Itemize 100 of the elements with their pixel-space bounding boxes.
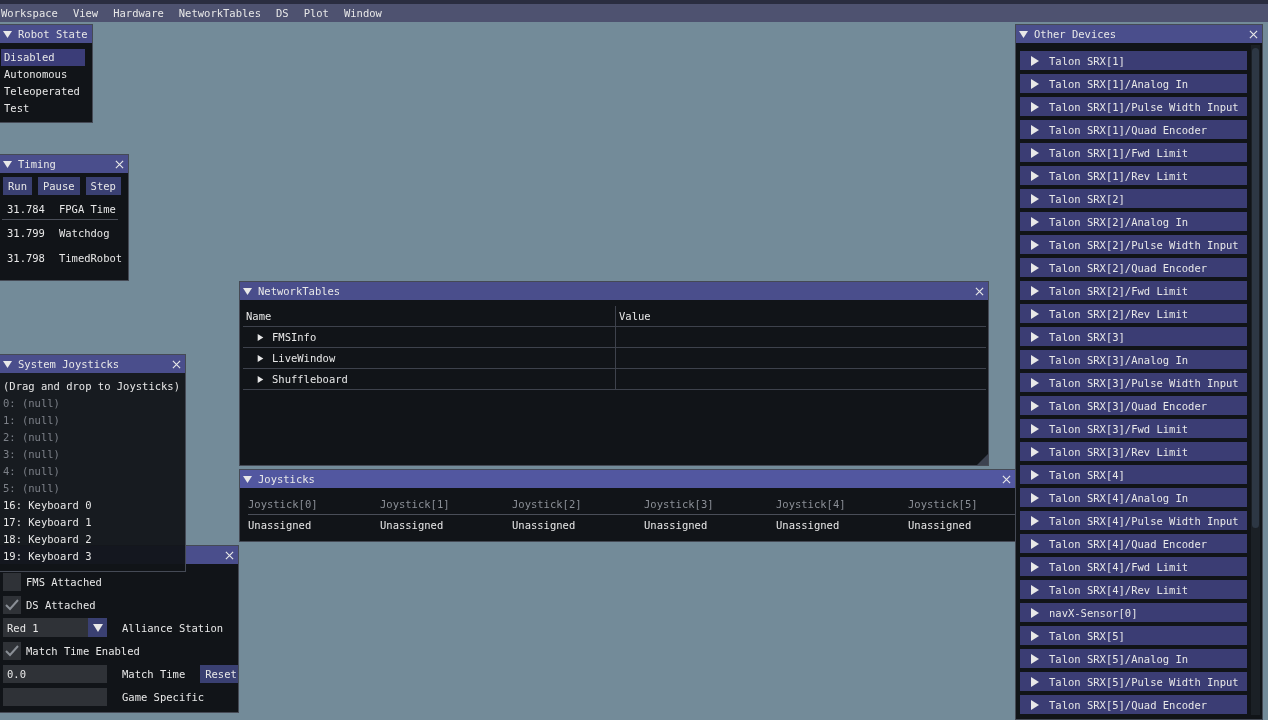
expand-icon[interactable] xyxy=(1030,262,1040,273)
collapse-icon[interactable] xyxy=(3,159,12,169)
expand-icon[interactable] xyxy=(1030,331,1040,342)
device-item[interactable]: Talon SRX[2]/Quad Encoder xyxy=(1020,258,1247,277)
device-item[interactable]: Talon SRX[2]/Analog In xyxy=(1020,212,1247,231)
device-item[interactable]: Talon SRX[2] xyxy=(1020,189,1247,208)
device-item[interactable]: Talon SRX[5]/Pulse Width Input xyxy=(1020,672,1247,691)
expand-icon[interactable] xyxy=(1030,492,1040,503)
mode-item[interactable]: Autonomous xyxy=(1,66,85,83)
expand-icon[interactable] xyxy=(257,333,264,341)
alliance-dropdown[interactable]: Red 1 xyxy=(3,618,107,637)
timing-button[interactable]: Pause xyxy=(37,177,80,195)
expand-icon[interactable] xyxy=(1030,193,1040,204)
expand-icon[interactable] xyxy=(1030,423,1040,434)
expand-icon[interactable] xyxy=(1030,170,1040,181)
device-item[interactable]: Talon SRX[1]/Pulse Width Input xyxy=(1020,97,1247,116)
scrollbar[interactable] xyxy=(1251,45,1260,715)
expand-icon[interactable] xyxy=(1030,354,1040,365)
checkbox[interactable] xyxy=(3,572,21,591)
expand-icon[interactable] xyxy=(1030,78,1040,89)
expand-icon[interactable] xyxy=(1030,538,1040,549)
expand-icon[interactable] xyxy=(1030,653,1040,664)
menu-item[interactable]: Plot xyxy=(302,4,337,22)
device-item[interactable]: Talon SRX[4]/Quad Encoder xyxy=(1020,534,1247,553)
input-field[interactable]: 0.0 xyxy=(3,664,107,683)
mode-item[interactable]: Disabled xyxy=(1,49,85,66)
timing-button[interactable]: Run xyxy=(3,177,32,195)
device-item[interactable]: navX-Sensor[0] xyxy=(1020,603,1247,622)
collapse-icon[interactable] xyxy=(1019,29,1028,39)
expand-icon[interactable] xyxy=(1030,561,1040,572)
reset-button[interactable]: Reset xyxy=(200,664,238,683)
expand-icon[interactable] xyxy=(1030,377,1040,388)
device-item[interactable]: Talon SRX[4]/Analog In xyxy=(1020,488,1247,507)
close-icon[interactable] xyxy=(115,159,124,169)
expand-icon[interactable] xyxy=(257,375,264,383)
device-item[interactable]: Talon SRX[3]/Rev Limit xyxy=(1020,442,1247,461)
expand-icon[interactable] xyxy=(1030,285,1040,296)
expand-icon[interactable] xyxy=(1030,101,1040,112)
joystick-item[interactable]: 19: Keyboard 3 xyxy=(3,548,182,565)
expand-icon[interactable] xyxy=(1030,699,1040,710)
checkbox[interactable] xyxy=(3,595,21,614)
device-item[interactable]: Talon SRX[3]/Analog In xyxy=(1020,350,1247,369)
menu-item[interactable]: Hardware xyxy=(112,4,172,22)
collapse-icon[interactable] xyxy=(243,474,252,484)
device-item[interactable]: Talon SRX[2]/Fwd Limit xyxy=(1020,281,1247,300)
expand-icon[interactable] xyxy=(1030,676,1040,687)
device-item[interactable]: Talon SRX[2]/Rev Limit xyxy=(1020,304,1247,323)
expand-icon[interactable] xyxy=(1030,515,1040,526)
expand-icon[interactable] xyxy=(1030,308,1040,319)
table-entry[interactable]: LiveWindow xyxy=(272,352,336,364)
device-item[interactable]: Talon SRX[1]/Rev Limit xyxy=(1020,166,1247,185)
mode-item[interactable]: Teleoperated xyxy=(1,83,85,100)
device-item[interactable]: Talon SRX[3]/Fwd Limit xyxy=(1020,419,1247,438)
timing-button[interactable]: Step xyxy=(85,177,121,195)
expand-icon[interactable] xyxy=(1030,400,1040,411)
close-icon[interactable] xyxy=(1249,29,1258,39)
device-item[interactable]: Talon SRX[1]/Analog In xyxy=(1020,74,1247,93)
device-item[interactable]: Talon SRX[3] xyxy=(1020,327,1247,346)
expand-icon[interactable] xyxy=(1030,147,1040,158)
expand-icon[interactable] xyxy=(1030,584,1040,595)
menu-item[interactable]: DS xyxy=(274,4,297,22)
expand-icon[interactable] xyxy=(257,354,264,362)
joystick-item[interactable]: 18: Keyboard 2 xyxy=(3,531,182,548)
device-item[interactable]: Talon SRX[1] xyxy=(1020,51,1247,70)
table-entry[interactable]: Shuffleboard xyxy=(272,373,348,385)
menu-item[interactable]: Window xyxy=(342,4,390,22)
joystick-item[interactable]: 16: Keyboard 0 xyxy=(3,497,182,514)
expand-icon[interactable] xyxy=(1030,446,1040,457)
device-item[interactable]: Talon SRX[4]/Pulse Width Input xyxy=(1020,511,1247,530)
dropdown-arrow-icon[interactable] xyxy=(92,622,103,633)
input-field[interactable] xyxy=(3,687,107,706)
device-item[interactable]: Talon SRX[1]/Quad Encoder xyxy=(1020,120,1247,139)
device-item[interactable]: Talon SRX[2]/Pulse Width Input xyxy=(1020,235,1247,254)
device-item[interactable]: Talon SRX[4]/Fwd Limit xyxy=(1020,557,1247,576)
device-item[interactable]: Talon SRX[1]/Fwd Limit xyxy=(1020,143,1247,162)
device-item[interactable]: Talon SRX[3]/Pulse Width Input xyxy=(1020,373,1247,392)
expand-icon[interactable] xyxy=(1030,469,1040,480)
menu-item[interactable]: View xyxy=(71,4,107,22)
collapse-icon[interactable] xyxy=(3,29,12,39)
table-entry[interactable]: FMSInfo xyxy=(272,331,317,343)
close-icon[interactable] xyxy=(1002,474,1011,484)
menu-item[interactable]: NetworkTables xyxy=(177,4,269,22)
device-item[interactable]: Talon SRX[4]/Rev Limit xyxy=(1020,580,1247,599)
expand-icon[interactable] xyxy=(1030,607,1040,618)
close-icon[interactable] xyxy=(172,359,181,369)
device-item[interactable]: Talon SRX[3]/Quad Encoder xyxy=(1020,396,1247,415)
close-icon[interactable] xyxy=(225,550,234,560)
expand-icon[interactable] xyxy=(1030,630,1040,641)
joystick-item[interactable]: 17: Keyboard 1 xyxy=(3,514,182,531)
collapse-icon[interactable] xyxy=(243,286,252,296)
collapse-icon[interactable] xyxy=(3,359,12,369)
device-item[interactable]: Talon SRX[5]/Analog In xyxy=(1020,649,1247,668)
device-item[interactable]: Talon SRX[5] xyxy=(1020,626,1247,645)
expand-icon[interactable] xyxy=(1030,55,1040,66)
expand-icon[interactable] xyxy=(1030,239,1040,250)
expand-icon[interactable] xyxy=(1030,216,1040,227)
checkbox[interactable] xyxy=(3,641,21,660)
mode-item[interactable]: Test xyxy=(1,100,85,117)
menu-item[interactable]: Workspace xyxy=(0,4,66,22)
close-icon[interactable] xyxy=(975,286,984,296)
